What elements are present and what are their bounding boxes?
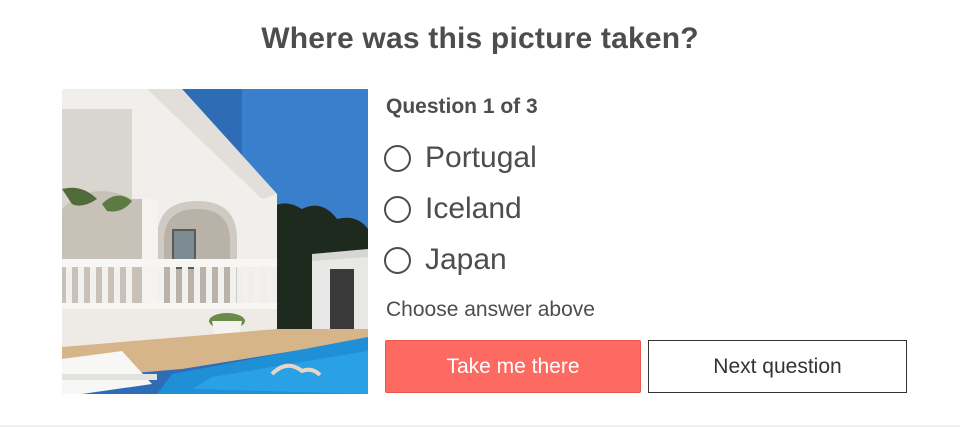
quiz-photo xyxy=(62,89,368,394)
villa-pool-image xyxy=(62,89,368,394)
option-iceland[interactable]: Iceland xyxy=(384,189,522,229)
option-japan[interactable]: Japan xyxy=(384,240,507,280)
option-portugal[interactable]: Portugal xyxy=(384,138,537,178)
radio-button[interactable] xyxy=(384,246,411,274)
answer-hint: Choose answer above xyxy=(386,298,595,321)
option-label: Japan xyxy=(425,243,507,276)
page-title: Where was this picture taken? xyxy=(261,22,699,55)
radio-button[interactable] xyxy=(384,195,411,223)
next-question-button[interactable]: Next question xyxy=(648,340,907,393)
option-label: Portugal xyxy=(425,141,537,174)
option-label: Iceland xyxy=(425,192,522,225)
take-me-there-button[interactable]: Take me there xyxy=(385,340,641,393)
radio-button[interactable] xyxy=(384,144,411,172)
question-counter: Question 1 of 3 xyxy=(386,95,538,118)
